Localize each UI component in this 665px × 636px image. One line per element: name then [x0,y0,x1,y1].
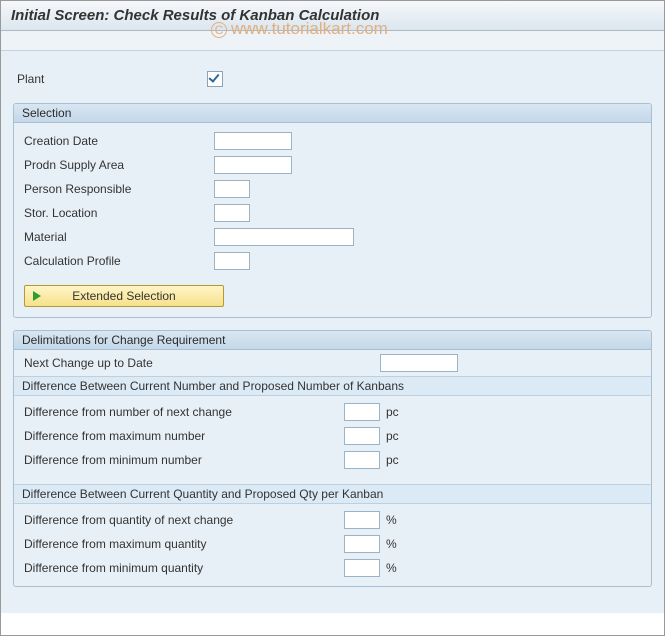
extended-selection-label: Extended Selection [72,289,175,303]
material-label: Material [24,230,214,244]
num-next-change-label: Difference from number of next change [24,405,344,419]
page-title: Initial Screen: Check Results of Kanban … [1,1,664,31]
qty-section-body: Difference from quantity of next change … [14,504,651,586]
plant-label: Plant [17,72,207,86]
selection-group: Selection Creation Date Prodn Supply Are… [13,103,652,318]
num-next-change-unit: pc [386,405,399,419]
next-change-input[interactable] [380,354,458,372]
stor-location-input[interactable] [214,204,250,222]
next-change-label: Next Change up to Date [24,356,380,370]
qty-min-input[interactable] [344,559,380,577]
selection-group-body: Creation Date Prodn Supply Area Person R… [14,123,651,317]
num-next-change-row: Difference from number of next change pc [24,400,641,424]
creation-date-row: Creation Date [24,129,641,153]
delimitations-group-title: Delimitations for Change Requirement [14,331,651,350]
num-max-label: Difference from maximum number [24,429,344,443]
prodn-supply-area-label: Prodn Supply Area [24,158,214,172]
content-area: Plant Selection Creation Date Prodn Supp… [1,51,664,613]
num-section-body: Difference from number of next change pc… [14,396,651,478]
qty-max-label: Difference from maximum quantity [24,537,344,551]
person-responsible-label: Person Responsible [24,182,214,196]
calculation-profile-input[interactable] [214,252,250,270]
qty-min-unit: % [386,561,397,575]
creation-date-input[interactable] [214,132,292,150]
next-change-row: Next Change up to Date [14,350,651,376]
qty-next-change-unit: % [386,513,397,527]
material-input[interactable] [214,228,354,246]
num-max-input[interactable] [344,427,380,445]
plant-checkbox[interactable] [207,71,223,87]
qty-min-row: Difference from minimum quantity % [24,556,641,580]
calculation-profile-row: Calculation Profile [24,249,641,273]
plant-row: Plant [13,61,652,103]
num-section-title: Difference Between Current Number and Pr… [14,376,651,396]
calculation-profile-label: Calculation Profile [24,254,214,268]
app-window: Initial Screen: Check Results of Kanban … [0,0,665,636]
num-min-input[interactable] [344,451,380,469]
arrow-right-icon [33,291,41,301]
num-next-change-input[interactable] [344,403,380,421]
qty-next-change-label: Difference from quantity of next change [24,513,344,527]
extended-selection-button[interactable]: Extended Selection [24,285,224,307]
creation-date-label: Creation Date [24,134,214,148]
qty-max-input[interactable] [344,535,380,553]
num-max-unit: pc [386,429,399,443]
person-responsible-input[interactable] [214,180,250,198]
person-responsible-row: Person Responsible [24,177,641,201]
stor-location-label: Stor. Location [24,206,214,220]
prodn-supply-area-row: Prodn Supply Area [24,153,641,177]
stor-location-row: Stor. Location [24,201,641,225]
num-min-label: Difference from minimum number [24,453,344,467]
selection-group-title: Selection [14,104,651,123]
qty-next-change-row: Difference from quantity of next change … [24,508,641,532]
num-max-row: Difference from maximum number pc [24,424,641,448]
qty-max-unit: % [386,537,397,551]
qty-section-title: Difference Between Current Quantity and … [14,484,651,504]
material-row: Material [24,225,641,249]
prodn-supply-area-input[interactable] [214,156,292,174]
qty-max-row: Difference from maximum quantity % [24,532,641,556]
qty-next-change-input[interactable] [344,511,380,529]
qty-min-label: Difference from minimum quantity [24,561,344,575]
num-min-row: Difference from minimum number pc [24,448,641,472]
num-min-unit: pc [386,453,399,467]
toolbar-placeholder [1,31,664,51]
delimitations-group: Delimitations for Change Requirement Nex… [13,330,652,587]
